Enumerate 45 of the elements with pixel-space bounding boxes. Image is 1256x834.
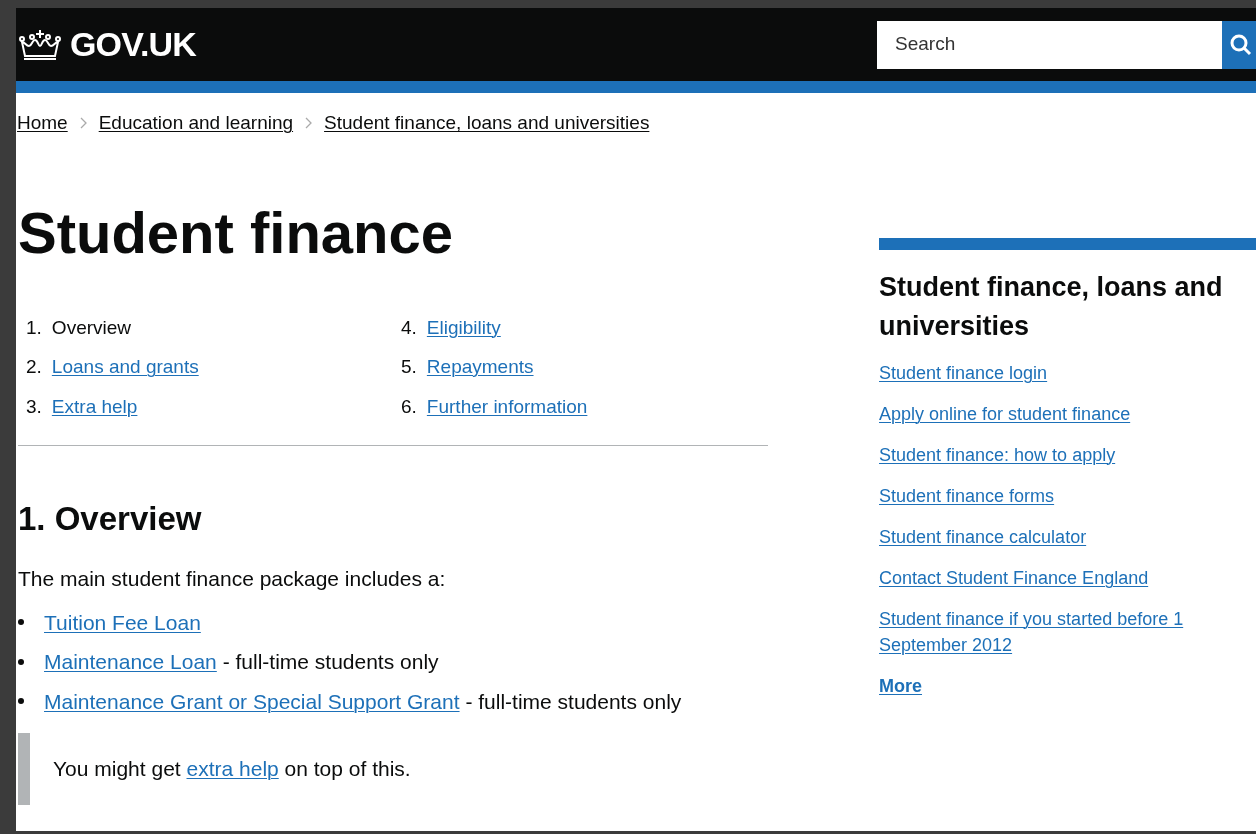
bullet-icon: [18, 658, 24, 665]
chevron-icon: [305, 117, 313, 130]
contents-link[interactable]: Loans and grants: [51, 353, 199, 382]
inset-link[interactable]: extra help: [186, 757, 279, 780]
page-title: Student finance: [18, 203, 455, 262]
breadcrumb-link[interactable]: Home: [17, 109, 68, 138]
section-heading: 1. Overview: [18, 502, 203, 535]
bullet-icon: [18, 698, 24, 705]
inset-bar: [18, 733, 30, 805]
bullet-text: Maintenance Loan - full-time students only: [44, 649, 439, 675]
intro-text: The main student finance package includes a:: [18, 566, 447, 592]
contents-number: 3.: [26, 394, 42, 419]
sidebar-link[interactable]: Student finance: how to apply: [879, 441, 1246, 468]
search-button[interactable]: [1222, 20, 1256, 69]
sidebar-link[interactable]: Student finance calculator: [879, 523, 1246, 550]
sidebar-heading: Student finance, loans and universities: [879, 270, 1224, 343]
contents-number: 5.: [401, 355, 417, 379]
contents-number: 1.: [26, 315, 42, 340]
inset-text: You might get extra help on top of this.: [53, 757, 411, 780]
search-icon: [1230, 33, 1252, 56]
contents-item: Overview: [51, 315, 132, 340]
bullet-link[interactable]: Maintenance Loan: [44, 650, 217, 673]
bullet-link[interactable]: Tuition Fee Loan: [44, 606, 201, 638]
site-logo[interactable]: GOV.UK: [70, 19, 196, 70]
sidebar-link[interactable]: Student finance forms: [879, 482, 1246, 509]
sidebar-link[interactable]: Student finance login: [879, 359, 1246, 386]
contents-number: 2.: [26, 355, 42, 379]
contents-link[interactable]: Extra help: [51, 392, 138, 421]
sidebar-link[interactable]: Student finance if you started before 1 September 2012: [879, 605, 1246, 658]
breadcrumb-link[interactable]: Student finance, loans and universities: [324, 109, 650, 138]
contents-link[interactable]: Repayments: [426, 353, 534, 382]
chevron-icon: [79, 117, 87, 130]
contents-number: 4.: [401, 315, 417, 340]
breadcrumb-link[interactable]: Education and learning: [98, 109, 294, 138]
crown-icon: [18, 27, 62, 62]
contents-number: 6.: [401, 394, 417, 419]
sidebar-link[interactable]: Apply online for student finance: [879, 400, 1246, 427]
contents-link[interactable]: Eligibility: [426, 313, 501, 342]
bullet-text: Maintenance Grant or Special Support Grant - full-time students only: [44, 688, 682, 715]
sidebar-link[interactable]: Contact Student Finance England: [879, 564, 1246, 591]
search-field[interactable]: Search: [877, 20, 1222, 69]
bullet-link[interactable]: Maintenance Grant or Special Support Grant: [44, 689, 460, 713]
contents-link[interactable]: Further information: [426, 392, 588, 421]
more-link[interactable]: More: [879, 672, 1246, 699]
bullet-icon: [18, 619, 24, 626]
